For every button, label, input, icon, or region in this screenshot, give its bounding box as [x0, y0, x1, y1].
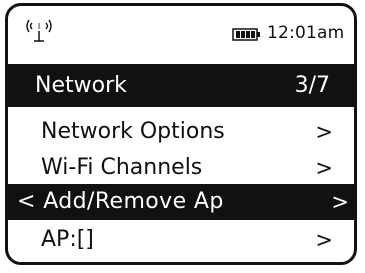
page-indicator: 3/7 — [294, 73, 330, 98]
menu-item-add-remove-ap[interactable]: < Add/Remove Ap > — [8, 184, 354, 220]
menu-item-label: Wi-Fi Channels — [41, 155, 203, 180]
page-title: Network — [35, 73, 127, 98]
chevron-right-icon: > — [315, 156, 333, 180]
menu-item-label: < Add/Remove Ap — [17, 189, 224, 214]
menu-item-wifi-channels[interactable]: Wi-Fi Channels > — [8, 150, 354, 186]
menu-item-network-options[interactable]: Network Options > — [8, 114, 354, 150]
status-bar: I 12:01am — [8, 6, 354, 58]
menu-item-ap[interactable]: AP:[] > — [8, 222, 354, 258]
device-screen: I 12:01am Network 3/7 Network Options > … — [5, 3, 357, 265]
wifi-signal-icon: I — [26, 19, 52, 42]
chevron-right-icon: > — [315, 120, 333, 144]
chevron-right-icon: > — [315, 228, 333, 252]
menu-item-label: Network Options — [41, 119, 225, 144]
menu-item-label: AP:[] — [41, 227, 94, 252]
title-bar: Network 3/7 — [8, 64, 354, 107]
chevron-right-icon: > — [331, 190, 349, 214]
battery-icon — [232, 28, 260, 41]
clock: 12:01am — [267, 23, 345, 43]
svg-text:I: I — [38, 22, 40, 31]
